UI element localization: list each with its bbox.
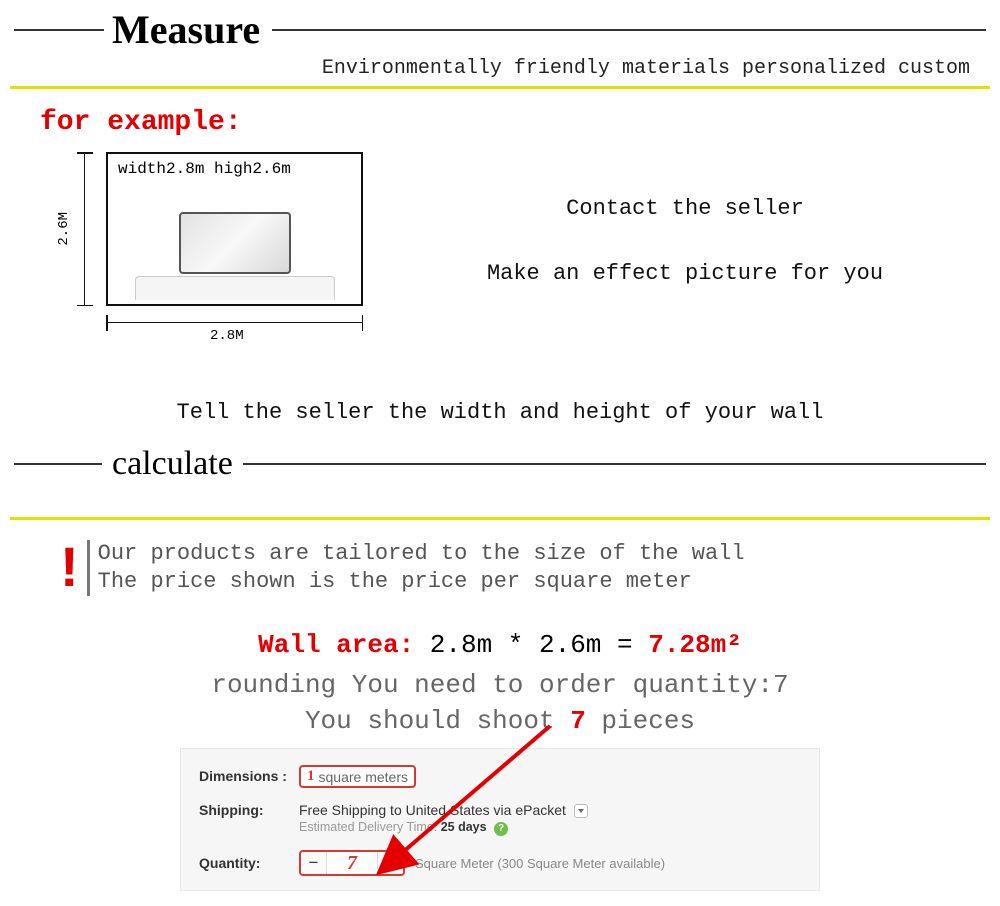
wall-box: width2.8m high2.6m xyxy=(106,152,363,306)
wall-area-label: Wall area: xyxy=(258,630,414,660)
example-label: for example: xyxy=(40,107,1000,138)
rule-right xyxy=(272,29,986,31)
vertical-dimension-label: 2.6M xyxy=(56,212,72,246)
tell-seller-text: Tell the seller the width and height of … xyxy=(0,400,1000,425)
dimensions-value-number: 1 xyxy=(307,768,315,785)
wall-diagram: 2.6M width2.8m high2.6m 2.8M xyxy=(10,152,370,352)
dimensions-label: Dimensions : xyxy=(199,769,299,784)
quantity-value[interactable]: 7 xyxy=(327,852,377,874)
divider-yellow-2 xyxy=(10,517,990,520)
shipping-label: Shipping: xyxy=(199,802,299,818)
help-icon[interactable]: ? xyxy=(494,822,508,836)
shipping-text: Free Shipping to United States via ePack… xyxy=(299,802,566,818)
dimensions-value-unit: square meters xyxy=(319,769,408,785)
shoot-post: pieces xyxy=(586,706,695,736)
exclamation-icon: ! xyxy=(60,540,87,596)
rounding-text: rounding You need to order quantity:7 xyxy=(0,670,1000,700)
wall-area-expression: 2.8m * 2.6m = xyxy=(414,630,648,660)
quantity-stepper: − 7 + xyxy=(299,850,405,876)
quantity-label: Quantity: xyxy=(199,855,299,871)
shipping-days: 25 days xyxy=(441,820,487,834)
dimensions-select[interactable]: 1 square meters xyxy=(299,765,416,788)
horizontal-dimension-label: 2.8M xyxy=(210,328,244,344)
quantity-decrease-button[interactable]: − xyxy=(301,852,327,874)
tv-icon xyxy=(179,212,291,274)
quantity-increase-button[interactable]: + xyxy=(377,852,403,874)
order-panel: Dimensions : 1 square meters Shipping: F… xyxy=(180,748,820,891)
wall-inner-label: width2.8m high2.6m xyxy=(108,154,361,184)
chevron-down-icon[interactable] xyxy=(574,804,588,818)
section-title-calculate: calculate xyxy=(102,445,243,483)
shoot-pre: You should shoot xyxy=(305,706,570,736)
warning-line-2: The price shown is the price per square … xyxy=(98,568,745,596)
quantity-available-note: Square Meter (300 Square Meter available… xyxy=(415,856,665,871)
rule-left-2 xyxy=(14,463,102,465)
rule-right-2 xyxy=(243,463,986,465)
tv-stand-icon xyxy=(135,276,335,300)
header-subtitle: Environmentally friendly materials perso… xyxy=(0,57,1000,80)
divider-yellow xyxy=(10,86,990,89)
shipping-subtext-pre: Estimated Delivery Time: xyxy=(299,820,441,834)
shoot-qty: 7 xyxy=(570,706,586,736)
rule-left xyxy=(14,29,104,31)
vertical-dimension-line xyxy=(84,152,85,306)
warning-line-1: Our products are tailored to the size of… xyxy=(98,540,745,568)
effect-picture-text: Make an effect picture for you xyxy=(370,261,1000,286)
contact-seller-text: Contact the seller xyxy=(370,196,1000,221)
wall-area-result: 7.28m² xyxy=(648,630,742,660)
horizontal-dimension-line xyxy=(106,322,363,323)
section-title-measure: Measure xyxy=(112,6,260,53)
